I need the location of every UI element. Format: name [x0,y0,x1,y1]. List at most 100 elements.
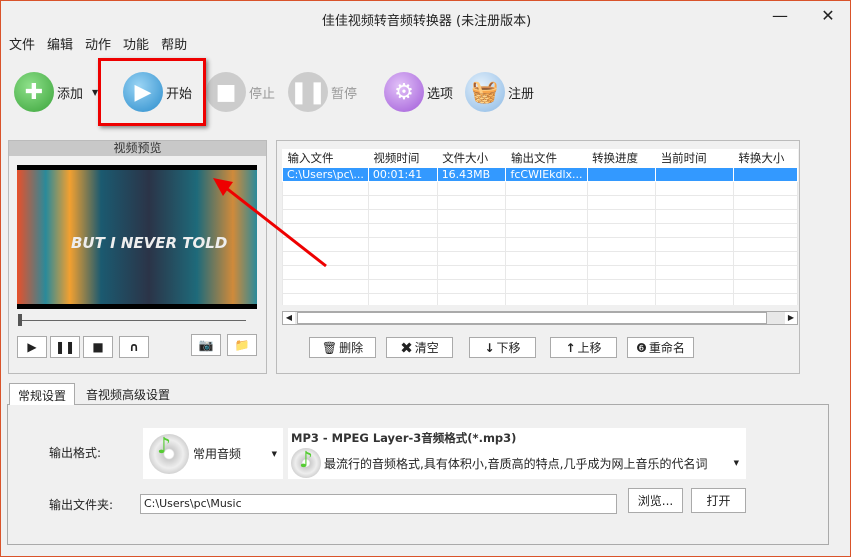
delete-button[interactable]: 🗑 删除 [309,337,376,358]
table-cell [436,195,507,210]
table-cell [505,209,588,224]
register-button[interactable]: 🧺 注册 [465,71,534,113]
output-folder-input[interactable]: C:\Users\pc\Music [140,494,617,514]
browse-button[interactable]: 浏览... [628,488,683,513]
table-cell [732,209,798,224]
snapshot-button[interactable]: 📷 [191,334,221,356]
preview-title: 视频预览 [9,141,266,156]
menu-file[interactable]: 文件 [9,34,35,53]
column-header[interactable]: 转换大小 [733,149,798,168]
table-cell [367,251,438,266]
table-cell [586,195,657,210]
stop-button-small[interactable]: ■ [83,336,113,358]
table-cell [655,195,734,210]
table-cell [436,251,507,266]
move-up-button[interactable]: ↑ 上移 [550,337,617,358]
pause-icon: ❚❚ [54,340,76,354]
move-down-label: 下移 [496,341,521,355]
table-row[interactable] [282,181,798,196]
table-cell [732,167,798,182]
column-header[interactable]: 转换进度 [587,149,656,168]
horizontal-scrollbar[interactable]: ◀ ▶ [282,311,798,325]
category-select[interactable]: 常用音频 ▼ [143,428,283,479]
add-button[interactable]: ✚ 添加 ▼ [14,71,98,113]
table-row[interactable] [282,265,798,280]
dropdown-arrow-icon: ▼ [733,459,739,467]
table-cell [367,195,438,210]
scroll-thumb[interactable] [297,312,767,324]
table-cell [732,279,798,294]
menu-action[interactable]: 动作 [85,34,111,53]
table-cell [586,167,657,182]
annotation-arrow [213,178,327,268]
register-label: 注册 [508,86,535,102]
column-header[interactable]: 输出文件 [505,149,588,168]
table-cell [436,181,507,196]
table-cell [586,279,657,294]
table-cell [655,167,734,182]
table-cell: 16.43MB [436,167,507,182]
table-row[interactable] [282,251,798,266]
table-cell: 00:01:41 [367,167,438,182]
column-header[interactable]: 视频时间 [368,149,438,168]
table-cell [586,209,657,224]
stop-button[interactable]: ■ 停止 [206,71,275,113]
table-cell [655,181,734,196]
pause-button-small[interactable]: ❚❚ [50,336,80,358]
table-cell [367,223,438,238]
basket-icon: 🧺 [465,72,505,112]
format-title: MP3 - MPEG Layer-3音频格式(*.mp3) [291,431,517,445]
table-row[interactable] [282,293,798,305]
move-down-button[interactable]: ↓ 下移 [469,337,536,358]
menu-help[interactable]: 帮助 [161,34,187,53]
clear-button[interactable]: ✖ 清空 [386,337,453,358]
scroll-left-icon[interactable]: ◀ [283,312,295,324]
open-button[interactable]: 打开 [691,488,746,513]
options-button[interactable]: ⚙ 选项 [384,71,453,113]
stop-icon: ■ [92,340,104,354]
pause-button[interactable]: ❚❚ 暂停 [288,71,357,113]
table-cell [655,251,734,266]
table-cell [655,279,734,294]
folder-label: 输出文件夹: [49,498,114,512]
menu-bar: 文件 编辑 动作 功能 帮助 [9,34,187,53]
headphone-icon: ∩ [129,340,139,354]
table-cell [367,279,438,294]
table-cell: fcCWIEkdlx... [505,167,588,182]
tab-general[interactable]: 常规设置 [9,383,76,405]
menu-function[interactable]: 功能 [123,34,149,53]
table-row[interactable] [282,223,798,238]
close-button[interactable]: ✕ [813,5,843,27]
table-row[interactable] [282,279,798,294]
file-table: 输入文件 视频时间 文件大小 输出文件 转换进度 当前时间 转换大小 C:\Users\pc… [282,149,798,305]
tab-advanced[interactable]: 音视频高级设置 [78,383,178,405]
table-row[interactable] [282,237,798,252]
seek-handle[interactable] [18,314,22,326]
column-header[interactable]: 当前时间 [655,149,734,168]
menu-edit[interactable]: 编辑 [47,34,73,53]
arrow-up-icon: ↑ [565,340,576,355]
table-cell [586,237,657,252]
table-cell [436,237,507,252]
column-header[interactable]: 输入文件 [282,149,369,168]
scroll-right-icon[interactable]: ▶ [785,312,797,324]
column-header[interactable]: 文件大小 [437,149,506,168]
format-description: 最流行的音频格式,具有体积小,音质高的特点,几乎成为网上音乐的代名词 [324,456,708,471]
format-select[interactable]: MP3 - MPEG Layer-3音频格式(*.mp3) 最流行的音频格式,具… [288,428,746,479]
table-row[interactable]: C:\Users\pc\... 00:01:41 16.43MB fcCWIEkdlx… [282,167,798,182]
minimize-button[interactable]: — [765,5,795,27]
rename-button[interactable]: ❻ 重命名 [627,337,694,358]
delete-label: 删除 [339,341,364,355]
open-folder-button[interactable]: 📁 [227,334,257,356]
table-cell [436,265,507,280]
loop-button[interactable]: ∩ [119,336,149,358]
play-icon: ▶ [27,340,37,354]
table-row[interactable] [282,209,798,224]
table-cell [732,293,798,305]
table-cell [367,293,438,305]
seek-track[interactable] [19,320,246,321]
play-button[interactable]: ▶ [17,336,47,358]
table-row[interactable] [282,195,798,210]
table-cell [586,223,657,238]
table-cell [282,279,369,294]
